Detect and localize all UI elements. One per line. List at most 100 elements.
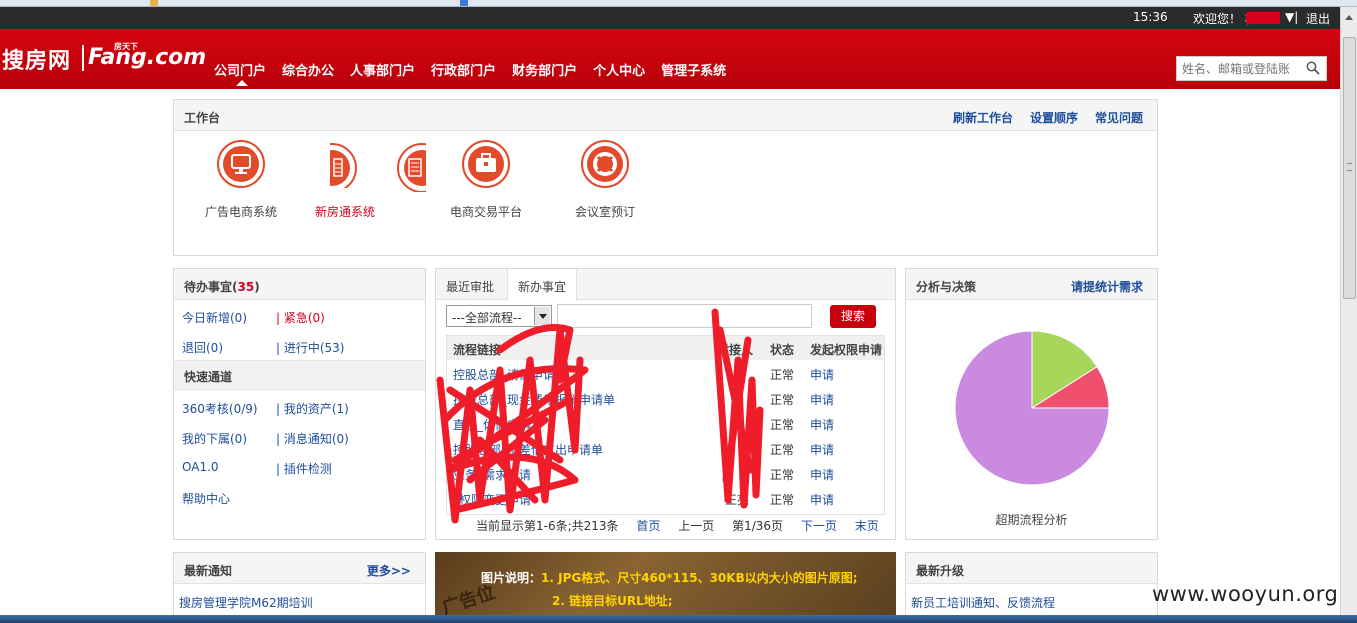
table-row: _权限变更申请 王亮 正常 申请 <box>447 486 884 511</box>
my-assets-link[interactable]: | 我的资产(1) <box>276 400 349 417</box>
request-link[interactable]: 申请 <box>810 491 834 508</box>
360-review-link[interactable]: 360考核(0/9) <box>182 400 258 417</box>
app-ecommerce-trade[interactable]: 电商交易平台 <box>426 140 546 220</box>
stats-request-link[interactable]: 请提统计需求 <box>1071 278 1143 295</box>
request-link[interactable]: 申请 <box>810 466 834 483</box>
chevron-down-icon <box>534 307 550 325</box>
approvals-tabbar: 最近审批 新办事宜 <box>436 269 895 301</box>
returned-link[interactable]: 退回(0) <box>182 339 223 356</box>
select-value: ---全部流程-- <box>452 311 522 325</box>
pager-next[interactable]: 下一页 <box>801 519 837 533</box>
main-nav: 公司门户 综合办公 人事部门户 行政部门户 财务部门户 个人中心 管理子系统 <box>214 60 742 86</box>
process-search-input[interactable] <box>557 304 812 328</box>
process-link[interactable]: 直接_休假申请 <box>453 416 531 433</box>
app-label: 会议室预订 <box>574 205 635 219</box>
process-link[interactable]: 控股总部_出差借支出申请单 <box>453 441 603 458</box>
table-row: 控股总部_请假申请 正常 申请 <box>447 361 884 386</box>
ad-banner[interactable]: 广告位 图片说明：1. JPG格式、尺寸460*115、30KB以内大小的图片原… <box>435 552 896 616</box>
upgrade-item[interactable]: 新员工培训通知、反馈流程 <box>911 594 1055 611</box>
urgent-link[interactable]: | 紧急(0) <box>276 309 325 326</box>
oa1-link[interactable]: OA1.0 <box>182 460 219 474</box>
search-button[interactable]: 搜索 <box>830 305 876 328</box>
site-header: 搜房网 Fang.com 房天下 公司门户 综合办公 人事部门户 行政部门户 财务… <box>0 29 1340 89</box>
tab-new-items[interactable]: 新办事宜 <box>507 269 578 301</box>
refresh-workbench-link[interactable]: 刷新工作台 <box>953 109 1013 126</box>
request-link[interactable]: 申请 <box>810 391 834 408</box>
request-link[interactable]: 申请 <box>810 416 834 433</box>
search-input[interactable] <box>1177 57 1292 80</box>
process-link[interactable]: 控股总部_现金费用报销申请单 <box>453 391 615 408</box>
tab-recent-approvals[interactable]: 最近审批 <box>436 269 504 300</box>
workbench-title: 工作台 <box>184 111 221 125</box>
clock-text: 15:36 <box>1133 10 1168 24</box>
nav-subsystems[interactable]: 管理子系统 <box>661 60 726 79</box>
process-filter-select[interactable]: ---全部流程-- <box>446 305 552 327</box>
logo-soufun[interactable]: 搜房网 <box>2 43 71 75</box>
logo-divider <box>82 45 84 71</box>
quick-access-title: 快速通道 <box>184 370 233 384</box>
pager-first[interactable]: 首页 <box>636 519 660 533</box>
upgrades-header: 最新升级 <box>906 553 1157 584</box>
col-request: 发起权限申请 <box>810 343 883 357</box>
logo-fang[interactable]: Fang.com 房天下 <box>88 42 207 70</box>
process-link[interactable]: 控股总部_请假申请 <box>453 366 555 383</box>
row-status: 正常 <box>770 418 795 432</box>
todo-title[interactable]: 待办事宜(35) <box>184 278 260 295</box>
table-row: 业务_需求申请 正常 申请 <box>447 461 884 486</box>
browser-tab-favicon[interactable] <box>460 0 468 6</box>
pager-last[interactable]: 末页 <box>855 519 879 533</box>
row-status: 正常 <box>770 493 795 507</box>
logo-fang-text: Fang.com <box>88 45 207 70</box>
plugin-check-link[interactable]: | 插件检测 <box>276 460 332 477</box>
redacted-username <box>1246 12 1280 24</box>
user-menu-caret[interactable]: ▼| <box>1285 10 1298 24</box>
row-status: 正常 <box>770 443 795 457</box>
scroll-up-icon[interactable] <box>1345 15 1353 20</box>
row-status: 正常 <box>770 393 795 407</box>
set-order-link[interactable]: 设置顺序 <box>1030 109 1078 126</box>
today-new-link[interactable]: 今日新增(0) <box>182 309 247 326</box>
app-document[interactable] <box>396 140 426 195</box>
pager-prev[interactable]: 上一页 <box>678 519 714 533</box>
app-meeting-room[interactable]: 会议室预订 <box>545 140 665 220</box>
my-subordinates-link[interactable]: 我的下属(0) <box>182 430 247 447</box>
todo-title-text: 待办事宜( <box>184 280 238 294</box>
document-icon <box>397 143 426 193</box>
pager-info: 当前显示第1-6条;共213条 <box>476 519 619 533</box>
nav-admin-portal[interactable]: 行政部门户 <box>431 60 496 79</box>
col-contact: 对接人 <box>717 343 754 357</box>
col-status: 状态 <box>770 343 795 357</box>
nav-finance-portal[interactable]: 财务部门户 <box>512 60 577 79</box>
request-link[interactable]: 申请 <box>810 441 834 458</box>
table-header: 流程链接 对接人 状态 发起权限申请 <box>447 336 884 360</box>
overdue-pie-chart[interactable] <box>906 319 1159 519</box>
process-link[interactable]: 业务_需求申请 <box>453 466 531 483</box>
upgrades-title: 最新升级 <box>916 564 965 578</box>
nav-office[interactable]: 综合办公 <box>282 60 334 79</box>
todo-title-suffix: ) <box>254 280 260 294</box>
nav-hr-portal[interactable]: 人事部门户 <box>350 60 415 79</box>
notices-more-link[interactable]: 更多>> <box>367 562 411 579</box>
banner-label: 图片说明： <box>481 571 542 585</box>
nav-company-portal[interactable]: 公司门户 <box>214 60 266 86</box>
notifications-link[interactable]: | 消息通知(0) <box>276 430 349 447</box>
page-scrollbar[interactable] <box>1340 7 1357 615</box>
logout-link[interactable]: 退出 <box>1306 10 1330 27</box>
browser-tab-favicon[interactable] <box>150 0 158 6</box>
request-link[interactable]: 申请 <box>810 366 834 383</box>
notice-item[interactable]: 搜房管理学院M62期培训 <box>179 594 313 611</box>
table-row: 直接_休假申请 正常 申请 <box>447 411 884 436</box>
in-progress-link[interactable]: | 进行中(53) <box>276 339 345 356</box>
help-center-link[interactable]: 帮助中心 <box>182 490 230 507</box>
nav-personal-center[interactable]: 个人中心 <box>593 60 645 79</box>
banner-line-2: 2. 链接目标URL地址; <box>552 594 673 608</box>
os-taskbar <box>0 615 1357 623</box>
app-label: 电商交易平台 <box>449 205 522 219</box>
todo-panel: 待办事宜(35) 今日新增(0) | 紧急(0) 退回(0) | 进行中(53)… <box>173 268 426 540</box>
search-icon[interactable] <box>1306 61 1320 75</box>
header-search <box>1176 56 1327 81</box>
faq-link[interactable]: 常见问题 <box>1095 109 1143 126</box>
scrollbar-thumb[interactable] <box>1343 37 1356 299</box>
workbench-header: 工作台 刷新工作台 设置顺序 常见问题 <box>174 100 1157 131</box>
process-link[interactable]: _权限变更申请 <box>453 491 531 508</box>
